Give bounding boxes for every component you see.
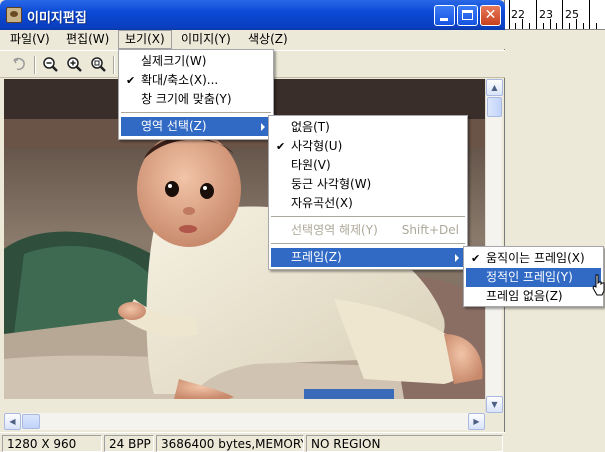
menu-item-label: 프레임(Z) xyxy=(291,250,342,264)
menu-edit[interactable]: 편집(W) xyxy=(60,30,115,49)
zoom-fit-icon[interactable] xyxy=(89,55,109,75)
menu-item-label: 자유곡선(X) xyxy=(291,196,353,210)
menu-item-rounded-rect[interactable]: 둥근 사각형(W) xyxy=(271,175,465,194)
ruler: 22 23 25 xyxy=(505,0,605,30)
maximize-button[interactable] xyxy=(457,5,478,26)
toolbar-separator xyxy=(34,56,36,74)
status-bpp: 24 BPP xyxy=(104,435,154,452)
menu-item-clear-selection: 선택영역 해제(Y) Shift+Del xyxy=(271,221,465,240)
close-button[interactable]: ✕ xyxy=(480,5,501,26)
menu-item-animated-frame[interactable]: ✔ 움직이는 프레임(X) xyxy=(466,249,601,268)
menu-item-label: 없음(T) xyxy=(291,120,330,134)
vertical-scroll-thumb[interactable] xyxy=(487,97,502,117)
scrollbar-corner xyxy=(485,413,502,430)
status-bar: 1280 X 960 24 BPP 3686400 bytes,MEMORY N… xyxy=(0,432,505,452)
menu-item-none[interactable]: 없음(T) xyxy=(271,118,465,137)
title-bar[interactable]: 이미지편집 ✕ xyxy=(0,0,505,30)
menu-item-label: 타원(V) xyxy=(291,158,331,172)
checkmark-icon: ✔ xyxy=(126,74,136,87)
menu-item-no-frame[interactable]: 프레임 없음(Z) xyxy=(466,287,601,306)
menu-item-static-frame[interactable]: 정적인 프레임(Y) xyxy=(466,268,601,287)
mouse-cursor-icon xyxy=(592,274,605,298)
scroll-right-icon[interactable]: ▶ xyxy=(468,413,485,430)
minimize-button[interactable] xyxy=(434,5,455,26)
minimize-icon xyxy=(440,18,448,21)
menu-item-label: 실제크기(W) xyxy=(141,54,207,68)
region-submenu: 없음(T) ✔ 사각형(U) 타원(V) 둥근 사각형(W) 자유곡선(X) 선… xyxy=(268,115,468,270)
menu-color[interactable]: 색상(Z) xyxy=(242,30,294,49)
window-title: 이미지편집 xyxy=(27,11,87,26)
menu-item-label: 확대/축소(X)... xyxy=(141,73,219,87)
menu-image[interactable]: 이미지(Y) xyxy=(175,30,237,49)
menu-separator xyxy=(271,216,465,217)
menu-item-freeform[interactable]: 자유곡선(X) xyxy=(271,194,465,213)
menu-item-rectangle[interactable]: ✔ 사각형(U) xyxy=(271,137,465,156)
menu-separator xyxy=(121,112,271,113)
scroll-down-icon[interactable]: ▼ xyxy=(486,396,503,413)
horizontal-scrollbar[interactable]: ◀ ▶ xyxy=(4,413,485,430)
undo-icon[interactable] xyxy=(10,55,30,75)
menu-item-frame[interactable]: 프레임(Z) xyxy=(271,248,465,267)
menu-item-label: 선택영역 해제(Y) xyxy=(291,223,378,237)
scroll-left-icon[interactable]: ◀ xyxy=(4,413,21,430)
scroll-up-icon[interactable]: ▲ xyxy=(486,79,503,96)
menu-item-label: 창 크기에 맞춤(Y) xyxy=(141,92,232,106)
app-icon xyxy=(6,7,22,23)
menu-item-label: 둥근 사각형(W) xyxy=(291,177,372,191)
status-region: NO REGION xyxy=(306,435,503,452)
submenu-arrow-icon xyxy=(455,254,459,262)
zoom-out-icon[interactable] xyxy=(41,55,61,75)
menu-file[interactable]: 파일(V) xyxy=(4,30,56,49)
menu-item-actual-size[interactable]: 실제크기(W) xyxy=(121,52,271,71)
status-dimensions: 1280 X 960 xyxy=(2,435,102,452)
checkmark-icon: ✔ xyxy=(276,140,286,153)
menu-view[interactable]: 보기(X) xyxy=(118,30,172,49)
menu-item-label: 영역 선택(Z) xyxy=(141,119,207,133)
frame-submenu: ✔ 움직이는 프레임(X) 정적인 프레임(Y) 프레임 없음(Z) xyxy=(463,246,604,307)
menu-item-label: 사각형(U) xyxy=(291,139,343,153)
checkmark-icon: ✔ xyxy=(471,252,481,265)
menu-item-label: 정적인 프레임(Y) xyxy=(486,270,573,284)
submenu-arrow-icon xyxy=(261,123,265,131)
view-menu: 실제크기(W) ✔ 확대/축소(X)... 창 크기에 맞춤(Y) 영역 선택(… xyxy=(118,49,274,140)
menu-bar: 파일(V) 편집(W) 보기(X) 이미지(Y) 색상(Z) xyxy=(0,30,505,49)
menu-item-fit-window[interactable]: 창 크기에 맞춤(Y) xyxy=(121,90,271,109)
menu-separator xyxy=(271,243,465,244)
zoom-in-icon[interactable] xyxy=(65,55,85,75)
menu-item-shortcut: Shift+Del xyxy=(401,223,459,237)
maximize-icon xyxy=(462,10,473,20)
status-memory: 3686400 bytes,MEMORY xyxy=(156,435,304,452)
menu-item-ellipse[interactable]: 타원(V) xyxy=(271,156,465,175)
menu-item-select-region[interactable]: 영역 선택(Z) xyxy=(121,117,271,136)
close-icon: ✕ xyxy=(484,7,497,23)
toolbar-separator xyxy=(113,56,115,74)
menu-item-label: 움직이는 프레임(X) xyxy=(486,251,585,265)
menu-item-zoom[interactable]: ✔ 확대/축소(X)... xyxy=(121,71,271,90)
menu-item-label: 프레임 없음(Z) xyxy=(486,289,563,303)
horizontal-scroll-thumb[interactable] xyxy=(22,414,40,429)
